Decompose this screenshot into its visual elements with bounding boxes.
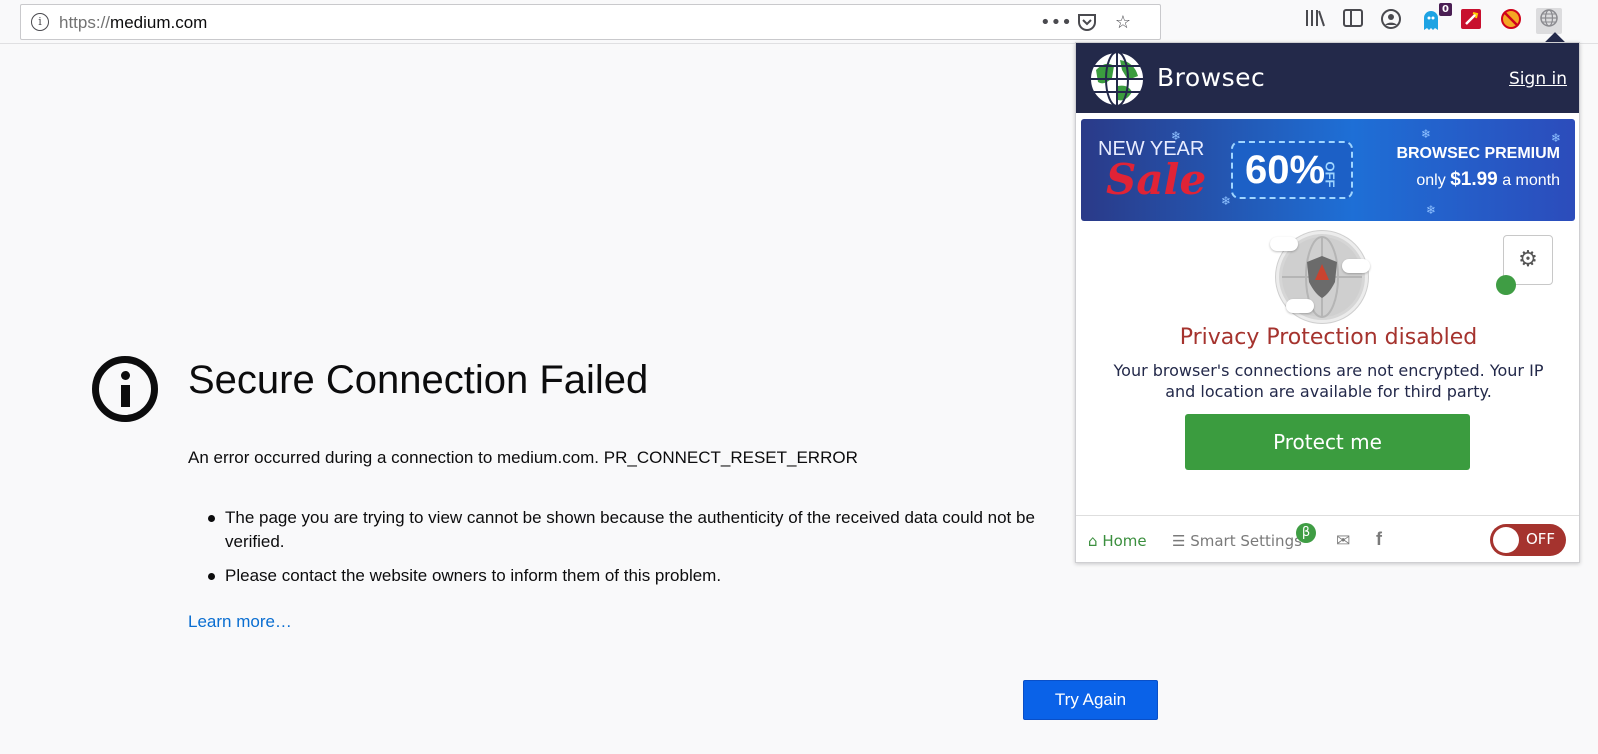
brand-name: Browsec (1157, 63, 1266, 92)
banner-price: only $1.99 a month (1416, 169, 1560, 191)
footer-smart-settings[interactable]: ☰ Smart Settings (1172, 532, 1302, 550)
discount-value: 60% (1245, 148, 1326, 192)
toggle-label: OFF (1526, 530, 1556, 548)
browser-toolbar: i https://medium.com ••• ☆ 0 (0, 0, 1598, 44)
banner-headline: BROWSEC PREMIUM (1396, 145, 1560, 162)
url-bar[interactable]: i https://medium.com ••• ☆ (20, 4, 1161, 40)
promo-banner[interactable]: ❄ ❄ ❄ ❄ ❄ NEW YEAR Sale 60% OFF BROWSEC … (1081, 119, 1575, 221)
cloud-icon (1270, 237, 1298, 251)
price-value: $1.99 (1450, 169, 1498, 190)
flash-icon[interactable] (1458, 8, 1484, 34)
beta-badge: β (1296, 523, 1316, 543)
status-title: Privacy Protection disabled (1179, 325, 1478, 350)
sidebar-icon[interactable] (1340, 8, 1366, 34)
banner-sale: Sale (1106, 155, 1207, 204)
smart-settings-label: Smart Settings (1190, 532, 1302, 550)
error-details-list: The page you are trying to view cannot b… (206, 506, 1086, 598)
price-prefix: only (1416, 172, 1446, 189)
snowflake-icon: ❄ (1421, 127, 1432, 141)
cloud-icon (1286, 299, 1314, 313)
account-icon[interactable] (1378, 8, 1404, 34)
footer-home[interactable]: ⌂ Home (1088, 532, 1147, 550)
info-icon[interactable]: i (31, 13, 49, 31)
cloud-icon (1342, 259, 1370, 273)
gear-icon: ⚙ (1518, 247, 1538, 272)
pocket-icon[interactable] (1075, 11, 1099, 35)
discount-suffix: OFF (1322, 161, 1338, 188)
status-description: Your browser's connections are not encry… (1113, 361, 1544, 401)
protect-me-button[interactable]: Protect me (1185, 414, 1470, 470)
url-text[interactable]: https://medium.com (59, 13, 207, 33)
toggle-knob (1493, 527, 1519, 553)
error-info-icon (92, 356, 158, 422)
vpn-toggle[interactable]: OFF (1490, 524, 1566, 556)
more-icon[interactable]: ••• (1040, 11, 1072, 35)
snowflake-icon: ❄ (1221, 194, 1232, 208)
browsec-logo-icon (1089, 51, 1145, 107)
try-again-button[interactable]: Try Again (1023, 680, 1158, 720)
list-item: The page you are trying to view cannot b… (206, 506, 1086, 554)
popup-header: Browsec Sign in (1076, 43, 1579, 113)
mail-icon[interactable]: ✉ (1336, 531, 1350, 551)
ghostery-badge: 0 (1439, 3, 1452, 16)
browsec-icon[interactable] (1536, 8, 1562, 34)
home-label: Home (1102, 532, 1147, 550)
price-suffix: a month (1502, 172, 1560, 189)
url-host: medium.com (110, 13, 208, 32)
error-title: Secure Connection Failed (188, 358, 649, 402)
facebook-icon[interactable]: f (1376, 529, 1382, 550)
snowflake-icon: ❄ (1426, 203, 1437, 217)
browsec-popup: Browsec Sign in ❄ ❄ ❄ ❄ ❄ NEW YEAR Sale … (1075, 42, 1580, 563)
list-item: Please contact the website owners to inf… (206, 564, 1086, 588)
learn-more-link[interactable]: Learn more… (188, 612, 292, 632)
sliders-icon: ☰ (1172, 532, 1186, 550)
blocker-icon[interactable] (1498, 8, 1524, 34)
discount-badge: 60% OFF (1231, 141, 1353, 199)
url-protocol: https:// (59, 13, 111, 32)
popup-footer: ⌂ Home ☰ Smart Settings β ✉ f OFF (1076, 515, 1579, 562)
library-icon[interactable] (1302, 8, 1328, 34)
ghostery-icon[interactable]: 0 (1418, 3, 1452, 34)
home-icon: ⌂ (1088, 532, 1098, 550)
snowflake-icon: ❄ (1551, 131, 1562, 145)
error-description: An error occurred during a connection to… (188, 448, 858, 467)
status-dot-icon (1496, 275, 1516, 295)
bookmark-star-icon[interactable]: ☆ (1111, 11, 1135, 35)
sign-in-link[interactable]: Sign in (1509, 69, 1567, 89)
